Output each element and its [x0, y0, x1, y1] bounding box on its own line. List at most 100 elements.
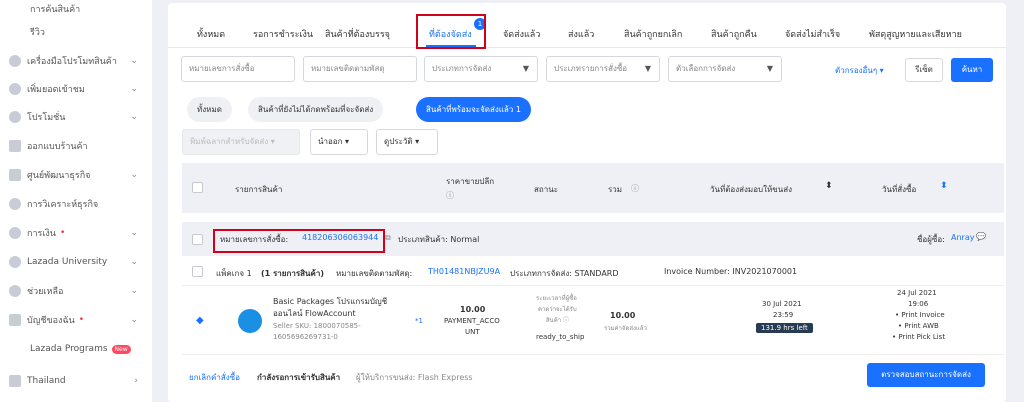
sidebar-item-promotions[interactable]: โปรโมชั่น ⌄: [0, 106, 152, 128]
link-label: Print AWB: [904, 322, 939, 330]
table-header: รายการสินค้า ราคาขายปลีก ⓘ สถานะ รวม ⓘ ว…: [182, 163, 1004, 213]
sidebar-item-reviews[interactable]: รีวิว: [0, 21, 152, 43]
print-awb-link[interactable]: • Print AWB: [898, 322, 939, 330]
caret-down-icon: ▼: [644, 64, 651, 73]
copy-icon[interactable]: ⧉: [385, 233, 391, 243]
sidebar-item-country[interactable]: Thailand ›: [0, 370, 152, 392]
shipping-option-select[interactable]: ตัวเลือกการจัดส่ง ▼: [668, 56, 782, 82]
column-total: รวม: [608, 185, 623, 194]
search-button[interactable]: ค้นหา: [951, 58, 993, 82]
invoice-number: Invoice Number: INV2021070001: [664, 267, 798, 276]
column-price: ราคาขายปลีก: [446, 177, 495, 186]
megaphone-icon: [9, 55, 21, 67]
highlight-box: [416, 14, 486, 49]
sidebar-item-store-design[interactable]: ออกแบบร้านค้า: [0, 135, 152, 157]
package-cube-icon: ◆: [196, 315, 204, 326]
sidebar-item-university[interactable]: Lazada University ⌄: [0, 251, 152, 273]
link-label: Print Invoice: [901, 311, 945, 319]
tab-all[interactable]: ทั้งหมด: [197, 27, 225, 41]
product-price: 10.00: [460, 305, 486, 314]
cancel-order-link[interactable]: ยกเลิกคำสั่งซื้อ: [189, 371, 240, 384]
shipping-type-select[interactable]: ประเภทการจัดส่ง ▼: [424, 56, 538, 82]
order-number-input[interactable]: หมายเลขการสั่งซื้อ: [181, 56, 295, 82]
sidebar-item-business-center[interactable]: ศูนย์พัฒนาธุรกิจ ⌄: [0, 164, 152, 186]
ship-by-date: 30 Jul 2021: [762, 300, 802, 308]
select-all-checkbox[interactable]: [192, 182, 203, 193]
chevron-down-icon: ⌄: [130, 56, 138, 66]
order-checkbox[interactable]: [192, 234, 203, 245]
print-label-dropdown[interactable]: พิมพ์ฉลากสำหรับจัดส่ง ▾: [182, 129, 300, 155]
quantity: *1: [415, 317, 423, 325]
info-icon: ⓘ: [631, 184, 639, 193]
print-invoice-link[interactable]: • Print Invoice: [895, 311, 945, 319]
payment-method-line2: UNT: [465, 328, 480, 336]
export-dropdown[interactable]: นำออก ▾: [310, 129, 368, 155]
sidebar-item-product-search[interactable]: การค้นสินค้า: [0, 0, 152, 20]
sort-icon[interactable]: ⬍: [940, 181, 948, 191]
sort-icon[interactable]: ⬍: [825, 181, 833, 191]
sidebar-item-label: ออกแบบร้านค้า: [27, 142, 88, 152]
print-pick-list-link[interactable]: • Print Pick List: [892, 333, 945, 341]
column-order-date[interactable]: วันที่สั่งซื้อ: [882, 183, 916, 196]
seller-sku-line2: 1605696269731-0: [273, 333, 338, 341]
sidebar-item-analytics[interactable]: การวิเคราะห์ธุรกิจ: [0, 193, 152, 215]
tab-shipped[interactable]: จัดส่งแล้ว: [503, 27, 540, 41]
order-time: 19:06: [908, 300, 929, 308]
tab-pending-payment[interactable]: รอการชำระเงิน: [253, 27, 313, 41]
pill-not-ready[interactable]: สินค้าที่ยังไม่ได้กดพร้อมที่จะจัดส่ง: [248, 97, 384, 122]
sidebar-item-label: ช่วยเหลือ: [27, 287, 64, 297]
chat-icon[interactable]: 💬: [976, 232, 986, 241]
university-icon: [9, 256, 21, 268]
orders-panel: ทั้งหมด รอการชำระเงิน สินค้าที่ต้องบรรจุ…: [168, 3, 1006, 402]
delivery-hint-line3: สินค้า ⓘ: [546, 317, 570, 324]
column-ship-by[interactable]: วันที่ต้องส่งมอบให้ขนส่ง: [710, 183, 792, 196]
column-product: รายการสินค้า: [235, 185, 283, 194]
sidebar-item-account[interactable]: บัญชีของฉัน • ⌄: [0, 309, 152, 331]
store-icon: [9, 140, 21, 152]
product-name-line2[interactable]: ออนไลน์ FlowAccount: [273, 307, 356, 320]
order-date: 24 Jul 2021: [897, 289, 937, 297]
delivery-hint-line2: คาดว่าจะได้รับ: [538, 306, 577, 313]
order-type-select[interactable]: ประเภทรายการสั่งซื้อ ▼: [546, 56, 660, 82]
tab-returned[interactable]: สินค้าถูกคืน: [711, 27, 757, 41]
traffic-icon: [9, 83, 21, 95]
sidebar-item-help[interactable]: ช่วยเหลือ ⌄: [0, 280, 152, 302]
tab-to-pack[interactable]: สินค้าที่ต้องบรรจุ: [325, 27, 390, 41]
tab-lost-damaged[interactable]: พัสดุสูญหายและเสียหาย: [869, 27, 962, 41]
dropdown-label: นำออก: [318, 137, 343, 146]
select-value: ตัวเลือกการจัดส่ง: [676, 64, 736, 73]
analytics-icon: [9, 198, 21, 210]
payment-method-line1: PAYMENT_ACCO: [444, 317, 500, 325]
select-value: ประเภทการจัดส่ง: [432, 64, 492, 73]
chevron-right-icon: ›: [134, 376, 138, 386]
sidebar-item-finance[interactable]: การเงิน • ⌄: [0, 222, 152, 244]
product-type: ประเภทสินค้า: Normal: [398, 235, 480, 244]
order-status: ready_to_ship: [536, 333, 585, 341]
sidebar-item-label: การเงิน: [27, 229, 56, 239]
pill-ready-to-ship[interactable]: สินค้าที่พร้อมจะจัดส่งแล้ว 1: [416, 97, 531, 122]
buyer-name-link[interactable]: Anray: [951, 233, 974, 242]
new-badge: New: [111, 344, 131, 354]
package-checkbox[interactable]: [192, 266, 203, 277]
notification-dot: •: [59, 228, 66, 238]
pill-all[interactable]: ทั้งหมด: [187, 97, 232, 122]
highlight-box: [213, 229, 385, 253]
help-icon: [9, 285, 21, 297]
sidebar-item-traffic[interactable]: เพิ่มยอดเข้าชม ⌄: [0, 78, 152, 100]
check-shipping-status-button[interactable]: ตรวจสอบสถานะการจัดส่ง: [867, 363, 985, 387]
shipping-type: ประเภทการจัดส่ง: STANDARD: [510, 269, 619, 278]
chevron-down-icon: ⌄: [130, 286, 138, 296]
sidebar-item-promo-tools[interactable]: เครื่องมือโปรโมทสินค้า ⌄: [0, 50, 152, 72]
sidebar-item-lazada-programs[interactable]: Lazada Programs New: [0, 338, 152, 360]
tracking-number-link[interactable]: TH01481NBJZU9A: [428, 267, 500, 276]
tab-cancelled[interactable]: สินค้าถูกยกเลิก: [624, 27, 682, 41]
reset-button[interactable]: รีเซ็ต: [905, 58, 943, 82]
more-filters-link[interactable]: ตัวกรองอื่นๆ ▾: [835, 64, 884, 77]
caret-down-icon: ▼: [766, 64, 773, 73]
tab-failed-delivery[interactable]: จัดส่งไม่สำเร็จ: [785, 27, 840, 41]
package-row: แพ็คเกจ 1 (1 รายการสินค้า) หมายเลขติดตาม…: [182, 258, 1004, 286]
sidebar-item-label: โปรโมชั่น: [27, 113, 66, 123]
history-dropdown[interactable]: ดูประวัติ ▾: [376, 129, 438, 155]
tracking-number-input[interactable]: หมายเลขติดตามพัสดุ: [303, 56, 417, 82]
tab-delivered[interactable]: ส่งแล้ว: [568, 27, 594, 41]
